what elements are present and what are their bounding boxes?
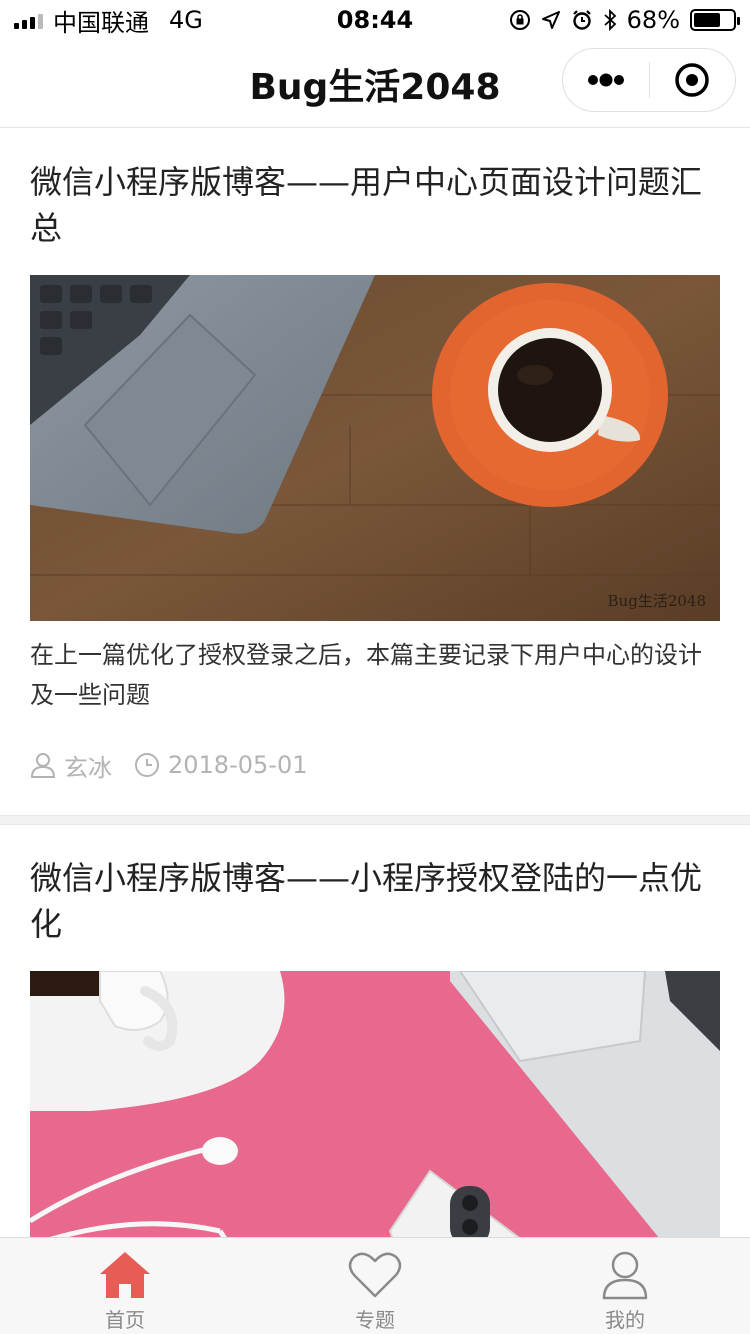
- battery-icon: [690, 9, 740, 31]
- post-excerpt[interactable]: 在上一篇优化了授权登录之后，本篇主要记录下用户中心的设计及一些问题: [30, 635, 720, 715]
- carrier-label: 中国联通: [53, 8, 149, 37]
- pink-desk-photo: [30, 971, 720, 1237]
- more-dots-icon: [587, 73, 624, 87]
- home-icon: [100, 1252, 150, 1298]
- post-date: 2018-05-01: [168, 751, 308, 779]
- tab-topics-label: 专题: [355, 1308, 395, 1332]
- bluetooth-icon: [604, 9, 616, 31]
- network-label: 4G: [169, 6, 203, 34]
- status-bar: 中国联通 4G 08:44 68%: [0, 0, 750, 40]
- tab-home[interactable]: 首页: [0, 1238, 250, 1334]
- battery-level-fill: [694, 13, 720, 27]
- close-miniprogram-button[interactable]: [650, 49, 736, 111]
- user-icon: [602, 1251, 648, 1300]
- laptop-coffee-photo: [30, 275, 720, 621]
- location-icon: [541, 11, 560, 29]
- tab-mine-label: 我的: [605, 1308, 645, 1332]
- post-cover-image[interactable]: [30, 971, 720, 1237]
- image-watermark: Bug生活2048: [607, 592, 706, 610]
- signal-icon: [14, 11, 43, 29]
- post-card[interactable]: 微信小程序版博客——小程序授权登陆的一点优化: [0, 825, 750, 1237]
- tab-mine[interactable]: 我的: [500, 1238, 750, 1334]
- post-title[interactable]: 微信小程序版博客——小程序授权登陆的一点优化: [30, 825, 720, 947]
- target-icon: [675, 63, 709, 97]
- page-title: Bug生活2048: [249, 66, 501, 108]
- tab-topics[interactable]: 专题: [250, 1238, 500, 1334]
- post-cover-image[interactable]: Bug生活2048: [30, 275, 720, 621]
- alarm-icon: [572, 10, 591, 30]
- post-meta: 玄冰 2018-05-01: [30, 715, 720, 815]
- author-icon: [30, 753, 56, 778]
- post-divider: [0, 815, 750, 825]
- navigation-bar: Bug生活2048: [0, 40, 750, 128]
- rotation-lock-icon: [509, 10, 530, 30]
- post-feed[interactable]: 微信小程序版博客——用户中心页面设计问题汇总 Bug生活2048 在上一篇优化了…: [0, 129, 750, 1237]
- miniprogram-capsule: [562, 48, 736, 112]
- tab-home-label: 首页: [105, 1308, 145, 1332]
- post-card[interactable]: 微信小程序版博客——用户中心页面设计问题汇总 Bug生活2048 在上一篇优化了…: [0, 129, 750, 815]
- heart-icon: [348, 1252, 402, 1298]
- tab-bar: 首页 专题 我的: [0, 1237, 750, 1334]
- post-title[interactable]: 微信小程序版博客——用户中心页面设计问题汇总: [30, 129, 720, 251]
- clock-icon: [135, 753, 159, 777]
- battery-percent: 68%: [626, 6, 680, 34]
- post-author: 玄冰: [64, 753, 112, 782]
- more-button[interactable]: [563, 49, 649, 111]
